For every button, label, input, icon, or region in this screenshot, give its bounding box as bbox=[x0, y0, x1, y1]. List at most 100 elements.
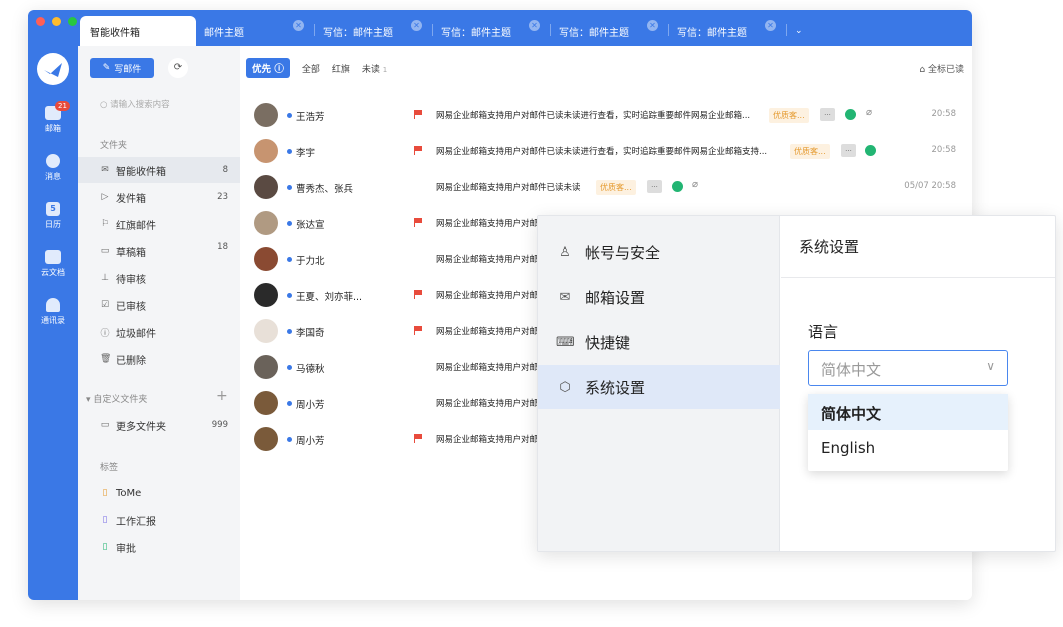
avatar bbox=[254, 103, 278, 127]
inbox-icon: ✉ bbox=[101, 165, 109, 175]
more-tags-icon[interactable]: ... bbox=[841, 144, 856, 157]
mail-time: 20:58 bbox=[931, 109, 957, 119]
maximize-window-button[interactable] bbox=[68, 17, 77, 26]
tag-icon: ▯ bbox=[102, 488, 108, 498]
filter-unread[interactable]: 未读 1 bbox=[362, 62, 387, 75]
settings-nav-mailbox[interactable]: ✉ 邮箱设置 bbox=[538, 275, 780, 319]
mail-subject: 网易企业邮箱支持用户对邮 bbox=[436, 219, 539, 229]
folder-item-spam[interactable]: ⓘ 垃圾邮件 bbox=[78, 319, 240, 345]
rail-item-docs[interactable]: 云文档 bbox=[28, 250, 78, 278]
folder-item-trash[interactable]: 🗑 已删除 bbox=[78, 346, 240, 372]
language-select[interactable]: 简体中文 ∨ bbox=[808, 350, 1008, 386]
tag-label: 工作汇报 bbox=[116, 516, 156, 528]
close-window-button[interactable] bbox=[36, 17, 45, 26]
avatar bbox=[254, 211, 278, 235]
nav-label: 快捷键 bbox=[585, 333, 631, 352]
settings-nav-shortcuts[interactable]: ⌨ 快捷键 bbox=[538, 320, 780, 364]
rail-item-mail[interactable]: 21 邮箱 bbox=[28, 101, 78, 134]
folder-icon: ▭ bbox=[100, 420, 110, 430]
trash-icon: 🗑 bbox=[100, 354, 112, 364]
tab-compose-1[interactable]: 写信：邮件主题 bbox=[323, 16, 393, 46]
tab-compose-2[interactable]: 写信：邮件主题 bbox=[441, 16, 511, 46]
refresh-icon[interactable]: ⟳ bbox=[168, 58, 188, 78]
folder-item-flagged[interactable]: ⚐ 红旗邮件 bbox=[78, 211, 240, 237]
rail-item-calendar[interactable]: 5 日历 bbox=[28, 202, 78, 230]
mail-time: 05/07 20:58 bbox=[904, 181, 956, 191]
close-icon[interactable]: ✕ bbox=[411, 20, 422, 31]
mail-sender: 李国奇 bbox=[296, 328, 325, 339]
filter-all[interactable]: 全部 bbox=[302, 62, 320, 75]
list-item[interactable]: 王浩芳 网易企业邮箱支持用户对邮件已读未读进行查看，实时追踪重要邮件网易企业邮箱… bbox=[254, 98, 964, 134]
unread-dot bbox=[287, 401, 292, 406]
list-item[interactable]: 李宇 网易企业邮箱支持用户对邮件已读未读进行查看，实时追踪重要邮件网易企业邮箱支… bbox=[254, 134, 964, 170]
draft-icon: ▭ bbox=[100, 246, 110, 256]
avatar bbox=[254, 319, 278, 343]
tab-compose-4[interactable]: 写信：邮件主题 bbox=[677, 16, 747, 46]
mail-time: 20:58 bbox=[931, 145, 957, 155]
language-select-value: 简体中文 bbox=[821, 361, 882, 379]
green-status-icon bbox=[845, 109, 856, 120]
red-flag-icon[interactable] bbox=[414, 110, 422, 119]
red-flag-icon[interactable] bbox=[414, 146, 422, 155]
more-tags-icon[interactable]: ... bbox=[647, 180, 662, 193]
compose-button[interactable]: ✎ 写邮件 bbox=[90, 58, 154, 78]
tag-icon: ▯ bbox=[102, 515, 108, 525]
language-option-zh[interactable]: 简体中文 bbox=[808, 394, 1008, 430]
folder-item-drafts[interactable]: ▭ 草稿箱 18 bbox=[78, 238, 240, 264]
tag-item-report[interactable]: ▯ 工作汇报 bbox=[78, 507, 240, 533]
settings-title: 系统设置 bbox=[781, 216, 1055, 278]
more-tags-icon[interactable]: ... bbox=[820, 108, 835, 121]
mail-sender: 于力北 bbox=[296, 256, 325, 267]
settings-content: 系统设置 语言 简体中文 ∨ 简体中文 English bbox=[781, 216, 1055, 551]
folder-count: 8 bbox=[222, 165, 228, 175]
folder-label: 已删除 bbox=[116, 355, 146, 367]
filter-priority[interactable]: 优先 ⓘ bbox=[246, 58, 290, 78]
tab-smart-inbox[interactable]: 智能收件箱 bbox=[80, 16, 196, 46]
app-rail: 21 邮箱 消息 5 日历 云文档 通讯录 bbox=[28, 46, 78, 600]
mark-all-read-button[interactable]: ⌂ 全标已读 bbox=[919, 62, 964, 75]
minimize-window-button[interactable] bbox=[52, 17, 61, 26]
mail-subject: 网易企业邮箱支持用户对邮件已读未读进行查看，实时追踪重要邮件网易企业邮箱... bbox=[436, 111, 751, 121]
tab-compose-3[interactable]: 写信：邮件主题 bbox=[559, 16, 629, 46]
red-flag-icon[interactable] bbox=[414, 218, 422, 227]
unread-dot bbox=[287, 437, 292, 442]
rail-item-contacts[interactable]: 通讯录 bbox=[28, 298, 78, 326]
unread-badge: 21 bbox=[55, 101, 70, 111]
tag-label: ToMe bbox=[116, 487, 142, 499]
folder-item-smart-inbox[interactable]: ✉ 智能收件箱 8 bbox=[78, 157, 240, 183]
add-folder-icon[interactable]: + bbox=[216, 388, 228, 404]
avatar bbox=[254, 139, 278, 163]
filter-flagged[interactable]: 红旗 bbox=[332, 62, 350, 75]
rail-item-messages[interactable]: 消息 bbox=[28, 154, 78, 182]
red-flag-icon[interactable] bbox=[414, 326, 422, 335]
tab-mail-subject[interactable]: 邮件主题 bbox=[204, 16, 244, 46]
list-item[interactable]: 曹秀杰、张兵 网易企业邮箱支持用户对邮件已读未读 优质客... ... ⌀ 05… bbox=[254, 170, 964, 206]
folder-item-more[interactable]: ▭ 更多文件夹 999 bbox=[78, 412, 240, 438]
rail-label-calendar: 日历 bbox=[45, 220, 61, 229]
folder-item-outbox[interactable]: ▷ 发件箱 23 bbox=[78, 184, 240, 210]
folder-item-pending[interactable]: ⊥ 待审核 bbox=[78, 265, 240, 291]
green-status-icon bbox=[672, 181, 683, 192]
rail-label-docs: 云文档 bbox=[41, 268, 65, 277]
search-input[interactable]: ○ 请输入搜索内容 bbox=[100, 98, 170, 110]
custom-folders-header[interactable]: ▾ 自定义文件夹 bbox=[86, 392, 147, 405]
close-icon[interactable]: ✕ bbox=[529, 20, 540, 31]
mark-all-label: 全标已读 bbox=[927, 65, 964, 75]
settings-nav-system[interactable]: ⬡ 系统设置 bbox=[538, 365, 780, 409]
close-icon[interactable]: ✕ bbox=[647, 20, 658, 31]
tag-item-tome[interactable]: ▯ ToMe bbox=[78, 480, 240, 506]
rail-label-contacts: 通讯录 bbox=[41, 316, 65, 325]
folder-icon bbox=[45, 250, 61, 264]
close-icon[interactable]: ✕ bbox=[293, 20, 304, 31]
mail-tag: 优质客... bbox=[769, 108, 809, 123]
red-flag-icon[interactable] bbox=[414, 434, 422, 443]
language-option-en[interactable]: English bbox=[808, 430, 1008, 466]
close-icon[interactable]: ✕ bbox=[765, 20, 776, 31]
folder-item-approved[interactable]: ☑ 已审核 bbox=[78, 292, 240, 318]
folder-label: 草稿箱 bbox=[116, 247, 146, 259]
red-flag-icon[interactable] bbox=[414, 290, 422, 299]
settings-nav-account[interactable]: ♙ 帐号与安全 bbox=[538, 230, 780, 274]
tag-item-approval[interactable]: ▯ 审批 bbox=[78, 534, 240, 560]
mail-tag: 优质客... bbox=[596, 180, 636, 195]
chevron-down-icon[interactable]: ⌄ bbox=[795, 16, 803, 46]
